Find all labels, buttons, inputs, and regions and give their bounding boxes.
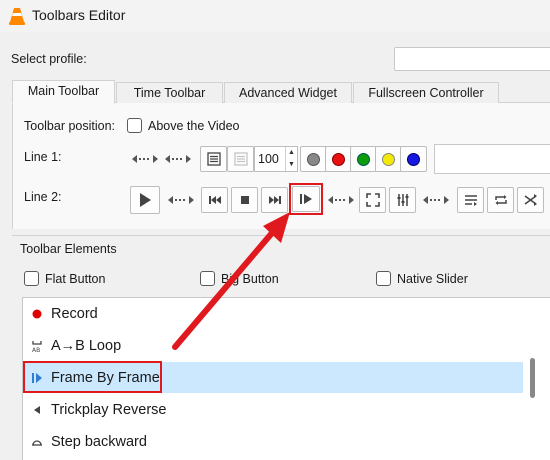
tab-main-toolbar[interactable]: Main Toolbar [12, 80, 115, 104]
annotation-arrow [172, 212, 290, 350]
